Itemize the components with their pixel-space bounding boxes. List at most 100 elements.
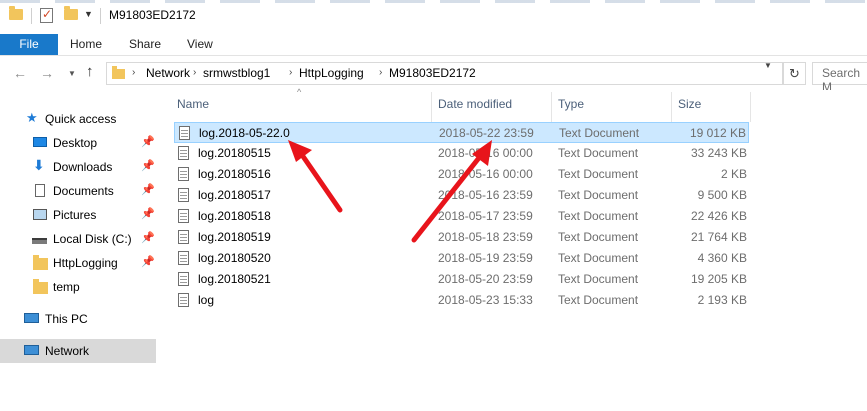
text-document-icon — [178, 293, 189, 307]
sidebar-item-documents[interactable]: Documents 📌 — [0, 179, 156, 203]
table-row[interactable]: log.20180521 2018-05-20 23:59 Text Docum… — [174, 269, 749, 290]
recent-locations-chevron-icon[interactable]: ▼ — [68, 69, 76, 78]
star-icon: ★ — [26, 110, 38, 125]
sidebar-item-temp[interactable]: temp — [0, 275, 156, 299]
file-date: 2018-05-16 00:00 — [438, 146, 533, 160]
table-row[interactable]: log 2018-05-23 15:33 Text Document 2 193… — [174, 290, 749, 311]
pin-icon[interactable]: 📌 — [141, 183, 155, 196]
pin-icon[interactable]: 📌 — [141, 135, 155, 148]
file-list: ^ Name Date modified Type Size log.2018-… — [160, 87, 867, 411]
file-type: Text Document — [558, 272, 639, 286]
sidebar-item-pictures[interactable]: Pictures 📌 — [0, 203, 156, 227]
table-row[interactable]: log.20180518 2018-05-17 23:59 Text Docum… — [174, 206, 749, 227]
computer-icon — [24, 313, 39, 323]
column-divider[interactable] — [671, 92, 672, 122]
file-name: log — [198, 293, 215, 307]
column-divider[interactable] — [431, 92, 432, 122]
column-divider[interactable] — [551, 92, 552, 122]
file-type: Text Document — [558, 167, 639, 181]
column-header-name[interactable]: Name — [177, 97, 209, 111]
address-bar-row: ← → ▼ ↑ › Network › srmwstblog1 › HttpLo… — [0, 56, 867, 94]
file-size: 2 KB — [720, 167, 747, 181]
breadcrumb-httplogging[interactable]: HttpLogging — [299, 66, 364, 80]
new-folder-icon[interactable] — [64, 6, 78, 20]
file-size: 33 243 KB — [690, 146, 747, 160]
table-row[interactable]: log.20180520 2018-05-19 23:59 Text Docum… — [174, 248, 749, 269]
text-document-icon — [178, 188, 189, 202]
table-row[interactable]: log.2018-05-22.0 2018-05-22 23:59 Text D… — [174, 122, 749, 143]
breadcrumb-chevron-icon[interactable]: › — [132, 67, 135, 78]
column-header-size[interactable]: Size — [678, 97, 701, 111]
sidebar-item-quick-access[interactable]: ★ Quick access — [0, 107, 156, 131]
file-size: 9 500 KB — [697, 188, 747, 202]
folder-icon — [33, 255, 48, 270]
table-row[interactable]: log.20180519 2018-05-18 23:59 Text Docum… — [174, 227, 749, 248]
customize-toolbar-dropdown-icon[interactable]: ▼ — [84, 9, 93, 19]
sidebar-item-desktop[interactable]: Desktop 📌 — [0, 131, 156, 155]
file-size: 19 012 KB — [689, 126, 746, 140]
sidebar-item-label: Desktop — [53, 136, 98, 150]
file-date: 2018-05-18 23:59 — [438, 230, 533, 244]
properties-icon[interactable]: ✓ — [40, 7, 53, 23]
text-document-icon — [178, 209, 189, 223]
tab-home[interactable]: Home — [70, 34, 102, 55]
refresh-button[interactable]: ↻ — [783, 62, 806, 85]
separator — [100, 8, 101, 24]
breadcrumb-chevron-icon[interactable]: › — [289, 67, 292, 78]
sidebar-item-this-pc[interactable]: This PC — [0, 307, 156, 331]
forward-arrow-icon[interactable]: → — [40, 65, 54, 81]
sidebar-item-label: Quick access — [45, 112, 117, 126]
breadcrumb-network[interactable]: Network — [146, 66, 190, 80]
sidebar-item-label: Network — [45, 344, 90, 358]
column-header-date-modified[interactable]: Date modified — [438, 97, 512, 111]
download-arrow-icon: ⬇ — [33, 157, 45, 173]
sidebar-item-downloads[interactable]: ⬇ Downloads 📌 — [0, 155, 156, 179]
sidebar-item-httplogging[interactable]: HttpLogging 📌 — [0, 251, 156, 275]
file-name: log.20180518 — [198, 209, 271, 223]
folder-icon — [9, 6, 23, 20]
text-document-icon — [178, 146, 189, 160]
search-input[interactable]: Search M — [812, 62, 867, 94]
breadcrumb-chevron-icon[interactable]: › — [193, 67, 196, 78]
breadcrumb-chevron-icon[interactable]: › — [379, 67, 382, 78]
file-name: log.20180516 — [198, 167, 271, 181]
table-row[interactable]: log.20180517 2018-05-16 23:59 Text Docum… — [174, 185, 749, 206]
pictures-icon — [33, 209, 47, 220]
table-row[interactable]: log.20180515 2018-05-16 00:00 Text Docum… — [174, 143, 749, 164]
pin-icon[interactable]: 📌 — [141, 207, 155, 220]
file-type: Text Document — [558, 293, 639, 307]
file-size: 2 193 KB — [697, 293, 747, 307]
tab-file[interactable]: File — [0, 34, 58, 55]
breadcrumb-current-folder[interactable]: M91803ED2172 — [389, 66, 476, 80]
ribbon: File Home Share View — [0, 34, 867, 56]
sidebar-item-label: This PC — [45, 312, 88, 326]
navigation-pane: ★ Quick access Desktop 📌 ⬇ Downloads 📌 D… — [0, 90, 160, 411]
title-bar-decoration — [0, 0, 867, 3]
sidebar-item-network[interactable]: Network — [0, 339, 156, 363]
network-icon — [24, 345, 39, 355]
back-arrow-icon[interactable]: ← — [13, 65, 27, 81]
drive-icon — [32, 238, 47, 244]
tab-share[interactable]: Share — [129, 34, 161, 55]
pin-icon[interactable]: 📌 — [141, 255, 155, 268]
text-document-icon — [178, 230, 189, 244]
file-date: 2018-05-16 00:00 — [438, 167, 533, 181]
address-dropdown-chevron-icon[interactable]: ▼ — [764, 61, 772, 70]
sort-ascending-icon: ^ — [297, 87, 302, 97]
sidebar-item-label: Pictures — [53, 208, 97, 222]
file-size: 22 426 KB — [690, 209, 747, 223]
column-header-type[interactable]: Type — [558, 97, 584, 111]
pin-icon[interactable]: 📌 — [141, 231, 155, 244]
sidebar-item-local-disk[interactable]: Local Disk (C:) 📌 — [0, 227, 156, 251]
breadcrumb-srmwstblog1[interactable]: srmwstblog1 — [203, 66, 270, 80]
up-arrow-icon[interactable]: ↑ — [86, 63, 94, 80]
address-bar[interactable]: › Network › srmwstblog1 › HttpLogging › … — [106, 62, 783, 85]
sidebar-item-label: temp — [53, 280, 80, 294]
column-divider[interactable] — [750, 92, 751, 122]
table-row[interactable]: log.20180516 2018-05-16 00:00 Text Docum… — [174, 164, 749, 185]
text-document-icon — [178, 272, 189, 286]
pin-icon[interactable]: 📌 — [141, 159, 155, 172]
sidebar-item-label: Local Disk (C:) — [53, 232, 132, 246]
tab-view[interactable]: View — [187, 34, 213, 55]
file-type: Text Document — [558, 209, 639, 223]
